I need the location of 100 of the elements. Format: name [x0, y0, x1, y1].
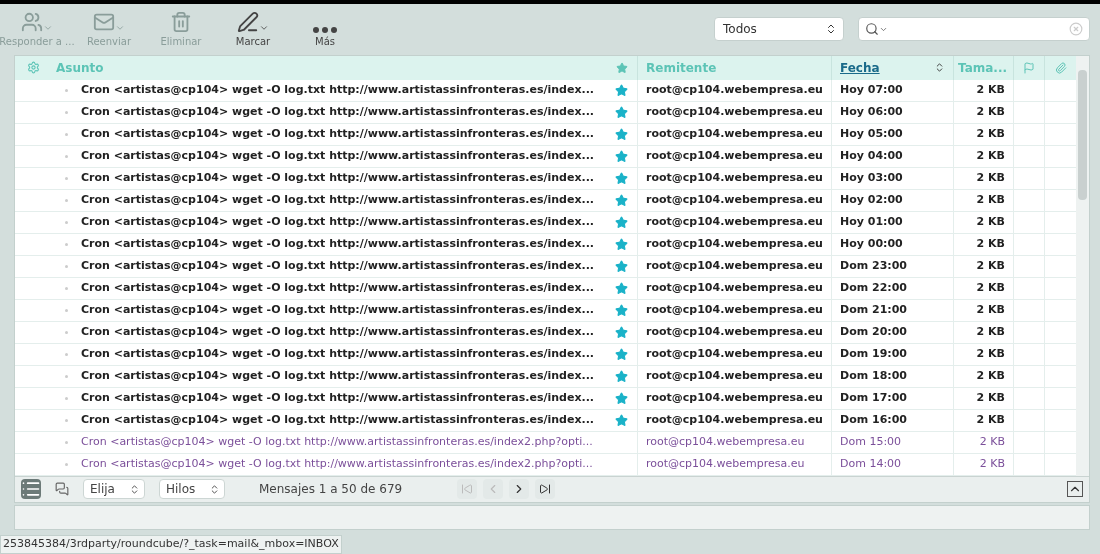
toolbar-button[interactable]: Más	[290, 9, 360, 50]
message-row[interactable]: Cron <artistas@cp104> wget -O log.txt http://www.artistassinfronteras.es/index... root@cp104.webempresa.eu Hoy 05:00 2 KB	[15, 123, 1076, 146]
sender-text: root@cp104.webempresa.eu	[637, 299, 831, 321]
star-icon[interactable]	[615, 369, 628, 383]
threads-select[interactable]: Hilos	[159, 479, 225, 500]
sender-text: root@cp104.webempresa.eu	[637, 167, 831, 189]
size-text: 2 KB	[953, 101, 1013, 123]
settings-icon[interactable]	[26, 61, 40, 75]
subject-text: Cron <artistas@cp104> wget -O log.txt http://www.artistassinfronteras.es/index...	[81, 412, 595, 429]
message-row[interactable]: Cron <artistas@cp104> wget -O log.txt http://www.artistassinfronteras.es/index... root@cp104.webempresa.eu Hoy 07:00 2 KB	[15, 79, 1076, 102]
message-row[interactable]: Cron <artistas@cp104> wget -O log.txt http://www.artistassinfronteras.es/index... root@cp104.webempresa.eu Dom 22:00 2 KB	[15, 277, 1076, 300]
date-text: Dom 19:00	[831, 343, 953, 365]
subject-text: Cron <artistas@cp104> wget -O log.txt http://www.artistassinfronteras.es/index...	[81, 148, 595, 165]
star-icon	[615, 61, 628, 74]
scrollbar[interactable]	[1076, 55, 1089, 476]
size-text: 2 KB	[953, 277, 1013, 299]
next-page-icon[interactable]	[509, 479, 529, 500]
sender-text: root@cp104.webempresa.eu	[637, 189, 831, 211]
subject-text: Cron <artistas@cp104> wget -O log.txt http://www.artistassinfronteras.es/index...	[81, 214, 595, 231]
date-text: Dom 17:00	[831, 387, 953, 409]
subject-text: Cron <artistas@cp104> wget -O log.txt http://www.artistassinfronteras.es/index...	[81, 126, 595, 143]
clear-icon[interactable]	[1069, 22, 1083, 37]
star-icon[interactable]	[615, 347, 628, 361]
message-row[interactable]: Cron <artistas@cp104> wget -O log.txt http://www.artistassinfronteras.es/index2.php?opti... root@cp104.webempresa.eu Dom 15:00 2 KB	[15, 431, 1076, 454]
toolbar-button[interactable]: Marcar	[218, 9, 288, 50]
date-text: Dom 23:00	[831, 255, 953, 277]
sender-text: root@cp104.webempresa.eu	[637, 343, 831, 365]
size-text: 2 KB	[953, 365, 1013, 387]
sender-text: root@cp104.webempresa.eu	[637, 409, 831, 431]
star-icon[interactable]	[615, 171, 628, 185]
search-icon	[865, 22, 879, 37]
previous-page-icon[interactable]	[483, 479, 503, 500]
date-text: Hoy 00:00	[831, 233, 953, 255]
message-row[interactable]: Cron <artistas@cp104> wget -O log.txt http://www.artistassinfronteras.es/index... root@cp104.webempresa.eu Dom 16:00 2 KB	[15, 409, 1076, 432]
subject-text: Cron <artistas@cp104> wget -O log.txt http://www.artistassinfronteras.es/index...	[81, 192, 595, 209]
column-header[interactable]: Fecha	[831, 55, 953, 80]
message-row[interactable]: Cron <artistas@cp104> wget -O log.txt http://www.artistassinfronteras.es/index... root@cp104.webempresa.eu Dom 20:00 2 KB	[15, 321, 1076, 344]
subject-text: Cron <artistas@cp104> wget -O log.txt http://www.artistassinfronteras.es/index...	[81, 346, 595, 363]
message-row[interactable]: Cron <artistas@cp104> wget -O log.txt http://www.artistassinfronteras.es/index... root@cp104.webempresa.eu Hoy 06:00 2 KB	[15, 101, 1076, 124]
star-icon[interactable]	[615, 215, 628, 229]
date-text: Dom 20:00	[831, 321, 953, 343]
subject-text: Cron <artistas@cp104> wget -O log.txt http://www.artistassinfronteras.es/index...	[81, 368, 595, 385]
expand-icon[interactable]	[1067, 481, 1083, 498]
date-text: Hoy 01:00	[831, 211, 953, 233]
subject-text: Cron <artistas@cp104> wget -O log.txt http://www.artistassinfronteras.es/index2.php?opti...	[81, 434, 593, 451]
size-text: 2 KB	[953, 453, 1013, 475]
size-text: 2 KB	[953, 431, 1013, 453]
message-row[interactable]: Cron <artistas@cp104> wget -O log.txt http://www.artistassinfronteras.es/index... root@cp104.webempresa.eu Hoy 01:00 2 KB	[15, 211, 1076, 234]
message-row[interactable]: Cron <artistas@cp104> wget -O log.txt http://www.artistassinfronteras.es/index... root@cp104.webempresa.eu Hoy 02:00 2 KB	[15, 189, 1076, 212]
message-row[interactable]: Cron <artistas@cp104> wget -O log.txt http://www.artistassinfronteras.es/index... root@cp104.webempresa.eu Dom 23:00 2 KB	[15, 255, 1076, 278]
selection-select[interactable]: Elija	[83, 479, 145, 500]
sender-text: root@cp104.webempresa.eu	[637, 79, 831, 101]
subject-text: Cron <artistas@cp104> wget -O log.txt http://www.artistassinfronteras.es/index2.php?opti...	[81, 456, 593, 473]
message-row[interactable]: Cron <artistas@cp104> wget -O log.txt http://www.artistassinfronteras.es/index2.php?opti... root@cp104.webempresa.eu Dom 14:00 2 KB	[15, 453, 1076, 476]
star-icon[interactable]	[615, 391, 628, 405]
filter-select[interactable]: Todos	[714, 17, 844, 42]
star-icon[interactable]	[615, 149, 628, 163]
message-row[interactable]: Cron <artistas@cp104> wget -O log.txt http://www.artistassinfronteras.es/index... root@cp104.webempresa.eu Dom 21:00 2 KB	[15, 299, 1076, 322]
subject-text: Cron <artistas@cp104> wget -O log.txt http://www.artistassinfronteras.es/index...	[81, 280, 595, 297]
sender-text: root@cp104.webempresa.eu	[637, 431, 831, 453]
size-text: 2 KB	[953, 189, 1013, 211]
size-text: 2 KB	[953, 343, 1013, 365]
message-row[interactable]: Cron <artistas@cp104> wget -O log.txt http://www.artistassinfronteras.es/index... root@cp104.webempresa.eu Hoy 03:00 2 KB	[15, 167, 1076, 190]
first-page-icon[interactable]	[457, 479, 477, 500]
date-text: Hoy 06:00	[831, 101, 953, 123]
date-text: Hoy 04:00	[831, 145, 953, 167]
size-text: 2 KB	[953, 321, 1013, 343]
list-icon[interactable]	[21, 479, 41, 500]
message-row[interactable]: Cron <artistas@cp104> wget -O log.txt http://www.artistassinfronteras.es/index... root@cp104.webempresa.eu Dom 17:00 2 KB	[15, 387, 1076, 410]
star-icon[interactable]	[615, 127, 628, 141]
star-icon[interactable]	[615, 325, 628, 339]
star-icon[interactable]	[615, 105, 628, 119]
sort-icon	[934, 62, 945, 74]
updown-icon	[209, 483, 220, 495]
star-icon[interactable]	[615, 237, 628, 251]
date-text: Dom 15:00	[831, 431, 953, 453]
size-text: 2 KB	[953, 145, 1013, 167]
message-row[interactable]: Cron <artistas@cp104> wget -O log.txt http://www.artistassinfronteras.es/index... root@cp104.webempresa.eu Hoy 00:00 2 KB	[15, 233, 1076, 256]
date-text: Dom 16:00	[831, 409, 953, 431]
size-text: 2 KB	[953, 255, 1013, 277]
star-icon[interactable]	[615, 413, 628, 427]
message-row[interactable]: Cron <artistas@cp104> wget -O log.txt http://www.artistassinfronteras.es/index... root@cp104.webempresa.eu Dom 19:00 2 KB	[15, 343, 1076, 366]
sender-text: root@cp104.webempresa.eu	[637, 101, 831, 123]
message-row[interactable]: Cron <artistas@cp104> wget -O log.txt http://www.artistassinfronteras.es/index... root@cp104.webempresa.eu Dom 18:00 2 KB	[15, 365, 1076, 388]
star-icon[interactable]	[615, 303, 628, 317]
people-icon	[21, 11, 43, 34]
last-page-icon[interactable]	[535, 479, 555, 500]
updown-icon	[129, 483, 140, 495]
star-icon[interactable]	[615, 259, 628, 273]
sender-text: root@cp104.webempresa.eu	[637, 233, 831, 255]
subject-text: Cron <artistas@cp104> wget -O log.txt http://www.artistassinfronteras.es/index...	[81, 170, 595, 187]
sender-text: root@cp104.webempresa.eu	[637, 453, 831, 475]
threads-icon[interactable]	[55, 482, 69, 497]
subject-text: Cron <artistas@cp104> wget -O log.txt http://www.artistassinfronteras.es/index...	[81, 302, 595, 319]
star-icon[interactable]	[615, 83, 628, 97]
sender-text: root@cp104.webempresa.eu	[637, 123, 831, 145]
star-icon[interactable]	[615, 281, 628, 295]
star-icon[interactable]	[615, 193, 628, 207]
message-row[interactable]: Cron <artistas@cp104> wget -O log.txt http://www.artistassinfronteras.es/index... root@cp104.webempresa.eu Hoy 04:00 2 KB	[15, 145, 1076, 168]
search-field[interactable]	[858, 17, 1090, 42]
